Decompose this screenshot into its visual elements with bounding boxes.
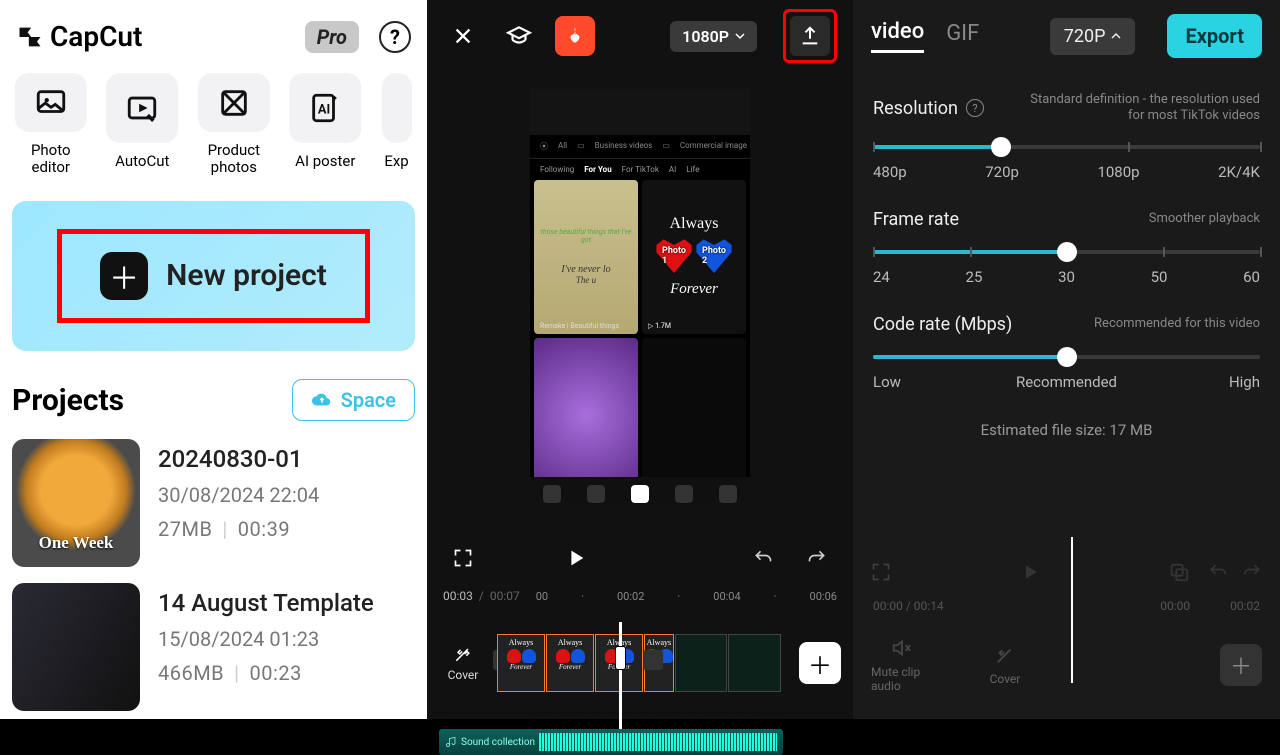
project-thumb: One Week	[12, 439, 140, 567]
preview-area: ⦿All▭Business videos▭Commercial image Fo…	[427, 72, 853, 531]
export-resolution-select[interactable]: 720P	[1050, 18, 1136, 55]
file-size-estimate: Estimated file size: 17 MB	[853, 421, 1280, 439]
tool-product-photos[interactable]: Product photos	[195, 73, 273, 177]
timeline[interactable]: Cover AlwaysForever AlwaysForever Always…	[427, 607, 853, 719]
tool-strip: Photo editor AutoCut Product photos AI A…	[0, 65, 427, 177]
cover-button[interactable]: Cover	[439, 644, 487, 682]
graduation-icon[interactable]	[499, 16, 539, 56]
coderate-slider[interactable]: LowRecommendedHigh	[873, 355, 1260, 391]
project-date: 15/08/2024 01:23	[158, 627, 374, 651]
project-item[interactable]: 14 August Template 15/08/2024 01:23 466M…	[0, 575, 427, 719]
help-icon[interactable]: ?	[379, 21, 411, 53]
timecode-bar: 00:03/00:07 00·00:02·00:04·00:06	[427, 585, 853, 607]
tool-photo-editor[interactable]: Photo editor	[12, 73, 90, 177]
add-button[interactable]: ＋	[1220, 644, 1262, 686]
mini-timecodes: 00:00 / 00:14 00:00 00:02	[871, 593, 1262, 625]
mini-playhead[interactable]	[1071, 537, 1073, 683]
project-stats: 27MB|00:39	[158, 517, 319, 541]
resolution-hint: Standard definition - the resolution use…	[1030, 92, 1260, 125]
svg-text:AI: AI	[318, 103, 330, 118]
tool-more[interactable]: Exp	[378, 73, 415, 177]
export-icon[interactable]	[790, 16, 830, 56]
copy-icon[interactable]	[1168, 561, 1190, 583]
resolution-chip[interactable]: 1080P	[670, 21, 757, 52]
new-project-label: New project	[166, 258, 327, 293]
redo-icon[interactable]	[1242, 562, 1262, 582]
info-icon[interactable]: ?	[966, 99, 984, 117]
coderate-hint: Recommended for this video	[1094, 316, 1260, 332]
space-button[interactable]: Space	[292, 379, 415, 421]
project-item[interactable]: One Week 20240830-01 30/08/2024 22:04 27…	[0, 431, 427, 575]
flame-icon[interactable]	[555, 16, 595, 56]
coderate-label: Code rate (Mbps)	[873, 314, 1012, 335]
plus-icon: ＋	[100, 252, 148, 300]
cloud-icon	[311, 389, 333, 411]
fullscreen-icon[interactable]	[871, 562, 891, 582]
tab-video[interactable]: video	[871, 19, 924, 53]
add-clip-button[interactable]: ＋	[799, 642, 841, 684]
new-project-highlight: ＋ New project	[57, 229, 370, 323]
mute-audio-button[interactable]: Mute clip audio	[871, 637, 931, 693]
project-thumb	[12, 583, 140, 711]
project-date: 30/08/2024 22:04	[158, 483, 319, 507]
app-logo: CapCut	[16, 20, 142, 53]
tool-autocut[interactable]: AutoCut	[104, 73, 182, 177]
undo-icon[interactable]	[743, 538, 783, 578]
export-button[interactable]: Export	[1167, 14, 1262, 58]
play-icon[interactable]	[1020, 562, 1040, 582]
resolution-label: Resolution	[873, 98, 958, 119]
framerate-hint: Smoother playback	[1149, 211, 1260, 227]
project-name: 20240830-01	[158, 445, 319, 473]
project-name: 14 August Template	[158, 589, 374, 617]
tab-gif[interactable]: GIF	[946, 21, 979, 52]
tool-ai-poster[interactable]: AI AI poster	[287, 73, 365, 177]
chevron-up-icon	[1111, 31, 1121, 41]
projects-heading: Projects	[12, 383, 124, 418]
chevron-down-icon	[735, 31, 745, 41]
new-project-card[interactable]: ＋ New project	[12, 201, 415, 351]
phone-subtabs: FollowingFor YouFor TikTokAILife	[530, 159, 750, 180]
undo-icon[interactable]	[1208, 562, 1228, 582]
pro-badge[interactable]: Pro	[305, 21, 359, 53]
mute-clip-icon[interactable]	[643, 650, 663, 670]
brand-text: CapCut	[50, 20, 142, 53]
framerate-slider[interactable]: 2425305060	[873, 250, 1260, 286]
play-icon[interactable]	[556, 538, 596, 578]
clip-track[interactable]: AlwaysForever AlwaysForever AlwaysForeve…	[497, 634, 781, 692]
cover-button[interactable]: Cover	[975, 644, 1035, 686]
close-icon[interactable]	[443, 16, 483, 56]
redo-icon[interactable]	[797, 538, 837, 578]
export-highlight	[783, 9, 837, 63]
sound-track[interactable]: Sound collection	[439, 729, 783, 755]
fullscreen-icon[interactable]	[443, 538, 483, 578]
phone-category-tabs: ⦿All▭Business videos▭Commercial image	[530, 135, 750, 159]
project-stats: 466MB|00:23	[158, 661, 374, 685]
phone-preview: ⦿All▭Business videos▭Commercial image Fo…	[530, 89, 750, 511]
resolution-slider[interactable]: 480p720p1080p2K/4K	[873, 145, 1260, 181]
playhead[interactable]	[619, 622, 622, 734]
framerate-label: Frame rate	[873, 209, 959, 230]
music-icon	[445, 736, 457, 748]
